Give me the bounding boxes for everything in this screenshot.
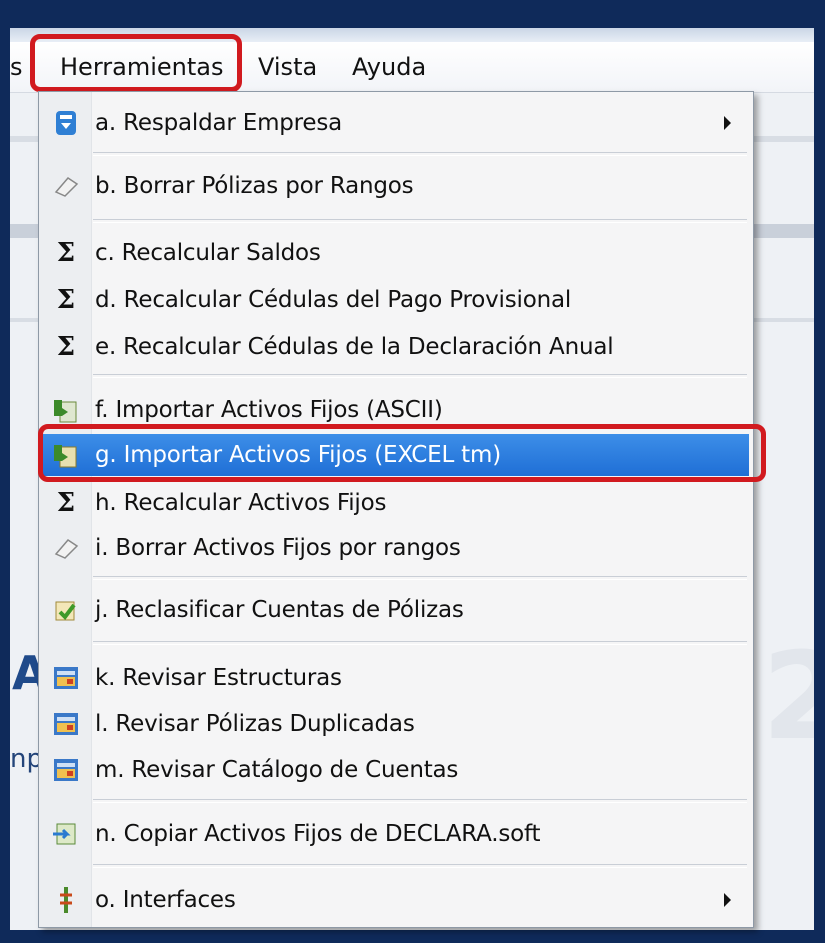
menu-item-label: j. Reclasificar Cuentas de Pólizas (95, 597, 464, 623)
menu-partial[interactable]: s (10, 52, 23, 82)
menu-ayuda[interactable]: Ayuda (352, 52, 426, 82)
backup-icon (51, 108, 81, 138)
review-icon (51, 663, 81, 693)
menu-item-g[interactable]: g. Importar Activos Fijos (EXCEL tm) (41, 434, 749, 476)
menu-item-label: h. Recalcular Activos Fijos (95, 490, 387, 516)
menu-item-label: f. Importar Activos Fijos (ASCII) (95, 397, 443, 423)
menu-item-f[interactable]: f. Importar Activos Fijos (ASCII) (41, 389, 749, 431)
menu-item-label: n. Copiar Activos Fijos de DECLARA.soft (95, 821, 541, 847)
menu-item-k[interactable]: k. Revisar Estructuras (41, 657, 749, 699)
menu-separator (93, 576, 747, 580)
sigma-glyph: Σ (56, 332, 76, 362)
menu-item-label: d. Recalcular Cédulas del Pago Provision… (95, 287, 572, 313)
background-text-fragment: 2 (762, 628, 814, 767)
menu-separator (93, 219, 747, 223)
sigma-glyph: Σ (56, 488, 76, 518)
herramientas-dropdown-menu: a. Respaldar Empresa b. Borrar Pólizas po… (38, 91, 754, 928)
menu-item-label: c. Recalcular Saldos (95, 240, 321, 266)
submenu-arrow-icon (724, 116, 731, 130)
sigma-glyph: Σ (56, 238, 76, 268)
eraser-icon (51, 533, 81, 563)
menu-item-label: o. Interfaces (95, 887, 236, 913)
review-icon (51, 755, 81, 785)
menu-item-n[interactable]: n. Copiar Activos Fijos de DECLARA.soft (41, 813, 749, 855)
menu-separator (93, 374, 747, 378)
menu-item-j[interactable]: j. Reclasificar Cuentas de Pólizas (41, 589, 749, 631)
interfaces-icon (51, 885, 81, 915)
menu-herramientas[interactable]: Herramientas (54, 52, 229, 82)
menu-item-e[interactable]: Σe. Recalcular Cédulas de la Declaración… (41, 326, 749, 368)
menu-item-label: g. Importar Activos Fijos (EXCEL tm) (95, 442, 501, 468)
menu-item-c[interactable]: Σc. Recalcular Saldos (41, 232, 749, 274)
menu-bar: s Herramientas Vista Ayuda (10, 42, 814, 93)
menu-item-h[interactable]: Σh. Recalcular Activos Fijos (41, 482, 749, 524)
import-icon (51, 395, 81, 425)
submenu-arrow-icon (724, 893, 731, 907)
review-icon (51, 709, 81, 739)
menu-item-label: i. Borrar Activos Fijos por rangos (95, 535, 461, 561)
copy-icon (51, 819, 81, 849)
menu-item-b[interactable]: b. Borrar Pólizas por Rangos (41, 165, 749, 207)
import-excel-icon (51, 440, 81, 470)
eraser-icon (51, 171, 81, 201)
menu-separator (93, 641, 747, 645)
sigma-icon: Σ (51, 488, 81, 518)
menu-item-o[interactable]: o. Interfaces (41, 879, 749, 921)
menu-item-label: e. Recalcular Cédulas de la Declaración … (95, 334, 614, 360)
sigma-glyph: Σ (56, 285, 76, 315)
reclassify-icon (51, 595, 81, 625)
menu-vista[interactable]: Vista (258, 52, 317, 82)
menu-item-i[interactable]: i. Borrar Activos Fijos por rangos (41, 527, 749, 569)
menu-item-label: k. Revisar Estructuras (95, 665, 342, 691)
menu-separator (93, 799, 747, 803)
menu-item-label: m. Revisar Catálogo de Cuentas (95, 757, 459, 783)
menu-separator (93, 152, 747, 156)
menu-item-label: b. Borrar Pólizas por Rangos (95, 173, 414, 199)
menu-separator (93, 864, 747, 868)
menu-item-m[interactable]: m. Revisar Catálogo de Cuentas (41, 749, 749, 791)
sigma-icon: Σ (51, 285, 81, 315)
menu-item-label: a. Respaldar Empresa (95, 110, 343, 136)
title-bar (10, 28, 814, 42)
menu-item-label: l. Revisar Pólizas Duplicadas (95, 711, 415, 737)
menu-item-l[interactable]: l. Revisar Pólizas Duplicadas (41, 703, 749, 745)
menu-item-a[interactable]: a. Respaldar Empresa (41, 102, 749, 144)
menu-item-d[interactable]: Σd. Recalcular Cédulas del Pago Provisio… (41, 279, 749, 321)
sigma-icon: Σ (51, 332, 81, 362)
sigma-icon: Σ (51, 238, 81, 268)
